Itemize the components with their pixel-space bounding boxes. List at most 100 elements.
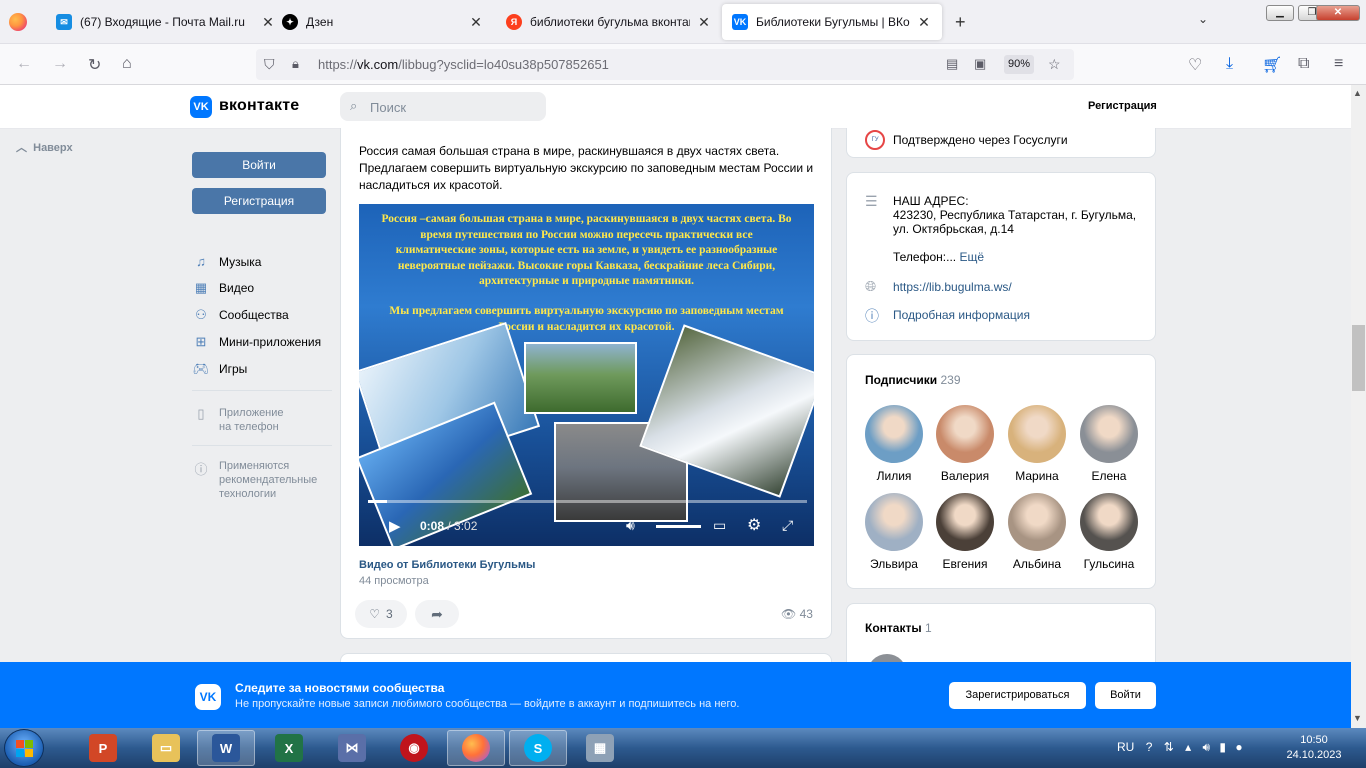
avatar[interactable] (865, 493, 923, 551)
page-scrollbar[interactable]: ▲ ▼ (1351, 85, 1366, 728)
avatar[interactable] (1080, 405, 1138, 463)
register-button[interactable]: Регистрация (192, 188, 326, 214)
video-player[interactable]: Россия –самая большая страна в мире, рас… (359, 204, 814, 546)
extensions-icon[interactable]: ⧉ (1298, 55, 1309, 73)
tab-dzen[interactable]: ✦ Дзен ✕ (272, 4, 494, 40)
avatar[interactable] (1080, 493, 1138, 551)
translate-icon[interactable]: ▣ (974, 56, 986, 72)
vk-logo-icon[interactable]: VK (190, 96, 212, 118)
help-icon[interactable]: ? (1146, 740, 1153, 754)
new-tab-icon[interactable]: + (955, 12, 966, 33)
avatar[interactable] (936, 405, 994, 463)
taskbar-calculator[interactable]: ▦ (571, 730, 629, 766)
start-button[interactable] (4, 729, 44, 767)
vk-brand[interactable]: вконтакте (219, 97, 299, 115)
subscribers-title[interactable]: Подписчики 239 (865, 373, 961, 387)
reader-view-icon[interactable]: ▤ (946, 56, 958, 72)
subscriber-item[interactable]: Альбина (1001, 493, 1073, 571)
menu-icon[interactable]: ≡ (1334, 55, 1343, 73)
close-window-icon[interactable]: ✕ (1316, 5, 1360, 21)
subscriber-item[interactable]: Эльвира (858, 493, 930, 571)
avatar[interactable] (865, 405, 923, 463)
speaker-icon[interactable]: 🔊︎ (1203, 740, 1211, 754)
avatar[interactable] (1008, 405, 1066, 463)
volume-slider[interactable] (656, 525, 701, 528)
subscriber-name[interactable]: Марина (1001, 469, 1073, 483)
video-progress-bar[interactable] (368, 500, 807, 503)
bookmark-star-icon[interactable]: ☆ (1048, 56, 1061, 73)
subscriber-name[interactable]: Гульсина (1073, 557, 1145, 571)
subscriber-item[interactable]: Елена (1073, 405, 1145, 483)
avatar[interactable] (1008, 493, 1066, 551)
lock-icon[interactable]: 🔒︎ (292, 56, 299, 72)
subscriber-name[interactable]: Лилия (858, 469, 930, 483)
show-more-link[interactable]: Ещё (959, 250, 984, 264)
avatar[interactable] (936, 493, 994, 551)
details-link[interactable]: Подробная информация (893, 308, 1030, 322)
subscriber-item[interactable]: Лилия (858, 405, 930, 483)
scrollbar-thumb[interactable] (1352, 325, 1365, 391)
subscriber-item[interactable]: Гульсина (1073, 493, 1145, 571)
url-bar[interactable]: ⛉ 🔒︎ https://vk.com/libbug?ysclid=lo40su… (256, 49, 1074, 80)
cart-icon[interactable]: 🛒︎ (1262, 55, 1282, 75)
menu-item-mini-apps[interactable]: ⊞ Мини-приложения (192, 334, 322, 350)
taskbar-explorer[interactable]: ▭ (137, 730, 195, 766)
close-tab-icon[interactable]: ✕ (696, 14, 712, 31)
share-button[interactable]: ➦ (415, 600, 459, 628)
language-indicator[interactable]: RU (1117, 740, 1134, 754)
taskbar-word[interactable]: W (197, 730, 255, 766)
pocket-icon[interactable]: ♡ (1188, 55, 1202, 75)
close-tab-icon[interactable]: ✕ (468, 14, 484, 31)
minimize-icon[interactable]: ▁ (1266, 5, 1294, 21)
forward-icon[interactable]: → (52, 55, 68, 73)
settings-gear-icon[interactable]: ⚙ (747, 515, 761, 535)
scroll-down-icon[interactable]: ▼ (1353, 713, 1362, 723)
scroll-up-icon[interactable]: ▲ (1353, 88, 1362, 98)
downloads-icon[interactable]: ⤓ (1226, 55, 1233, 73)
back-icon[interactable]: ← (16, 55, 32, 73)
mobile-app-link[interactable]: ▯ Приложение на телефон (192, 406, 283, 434)
register-link[interactable]: Регистрация (1088, 100, 1157, 112)
menu-item-video[interactable]: ▦ Видео (192, 280, 254, 296)
subscriber-name[interactable]: Валерия (929, 469, 1001, 483)
tab-yandex[interactable]: Я библиотеки бугульма вконтакте ✕ (496, 4, 722, 40)
volume-icon[interactable]: 🔊︎ (626, 517, 635, 534)
zoom-level[interactable]: 90% (1004, 55, 1034, 74)
banner-login-button[interactable]: Войти (1095, 682, 1156, 709)
search-input[interactable]: ⌕ Поиск (340, 92, 546, 121)
network-icon[interactable]: ⇅ (1164, 740, 1174, 754)
home-icon[interactable]: ⌂ (122, 55, 132, 73)
taskbar-recorder[interactable]: ◉ (385, 730, 443, 766)
tab-mail[interactable]: ✉ (67) Входящие - Почта Mail.ru ✕ (46, 4, 286, 40)
website-link[interactable]: https://lib.bugulma.ws/ (893, 280, 1012, 294)
subscriber-name[interactable]: Евгения (929, 557, 1001, 571)
subscriber-item[interactable]: Марина (1001, 405, 1073, 483)
taskbar-firefox[interactable] (447, 730, 505, 766)
login-button[interactable]: Войти (192, 152, 326, 178)
taskbar-excel[interactable]: X (260, 730, 318, 766)
menu-item-communities[interactable]: ⚇ Сообщества (192, 307, 289, 323)
miniplayer-icon[interactable]: ▭ (713, 517, 726, 534)
subscriber-name[interactable]: Альбина (1001, 557, 1073, 571)
power-icon[interactable]: ▮ (1219, 740, 1226, 754)
taskbar-powerpoint[interactable]: P (74, 730, 132, 766)
system-clock[interactable]: 10:50 24.10.2023 (1282, 733, 1346, 763)
shield-icon[interactable]: ⛉ (264, 56, 275, 73)
taskbar-media-player[interactable]: ⋈ (323, 730, 381, 766)
subscriber-item[interactable]: Валерия (929, 405, 1001, 483)
play-icon[interactable]: ▶ (389, 517, 401, 535)
like-button[interactable]: ♡ 3 (355, 600, 407, 628)
firefox-menu-icon[interactable] (9, 13, 27, 31)
contacts-title[interactable]: Контакты 1 (865, 621, 932, 635)
reload-icon[interactable]: ↻ (88, 55, 101, 75)
fullscreen-icon[interactable]: ⤢ (782, 517, 793, 534)
video-title-link[interactable]: Видео от Библиотеки Бугульмы (359, 559, 535, 571)
menu-item-games[interactable]: 🎮︎ Игры (192, 361, 248, 377)
url-text[interactable]: https://vk.com/libbug?ysclid=lo40su38p50… (318, 57, 609, 72)
tab-vk-active[interactable]: VK Библиотеки Бугульмы | ВКонтакте ✕ (722, 4, 942, 40)
back-to-top[interactable]: ︿ Наверх (16, 139, 73, 155)
show-hidden-icons[interactable]: ▴ (1185, 740, 1191, 754)
recommendation-tech-link[interactable]: ⓘ Применяются рекомендательные технологии (192, 459, 317, 501)
banner-register-button[interactable]: Зарегистрироваться (949, 682, 1086, 709)
subscriber-item[interactable]: Евгения (929, 493, 1001, 571)
